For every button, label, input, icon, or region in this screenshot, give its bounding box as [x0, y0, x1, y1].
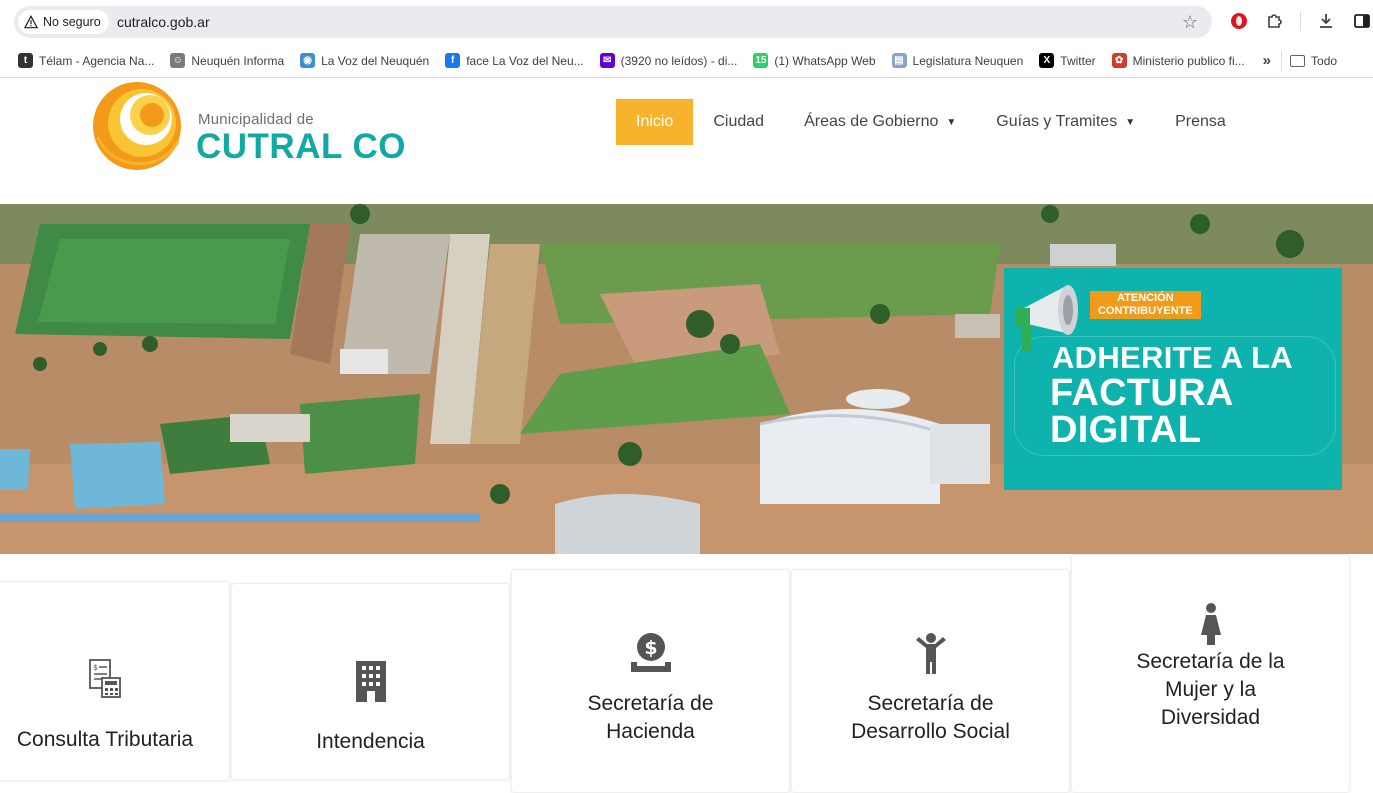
- security-label: No seguro: [43, 15, 101, 29]
- nav-item-label: Inicio: [636, 113, 674, 130]
- service-card-title-line: Secretaría de: [587, 692, 714, 715]
- service-card-title: Secretaría de Hacienda: [512, 690, 789, 746]
- bookmark-item[interactable]: ◉ La Voz del Neuquén: [292, 48, 437, 74]
- service-card-title: Secretaría de Desarrollo Social: [792, 690, 1069, 746]
- bookmark-folder-todo[interactable]: Todo: [1282, 48, 1345, 74]
- facebook-icon: f: [445, 53, 461, 68]
- service-card-title-line: Consulta Tributaria: [16, 728, 194, 751]
- extensions-icon[interactable]: [1264, 10, 1286, 32]
- ministerio-icon: ✿: [1111, 53, 1127, 68]
- banner-line3: DIGITAL: [1050, 409, 1202, 451]
- bookmark-label: Ministerio publico fi...: [1132, 53, 1245, 68]
- building-icon: [354, 660, 388, 707]
- download-icon[interactable]: [1315, 10, 1337, 32]
- banner-line1: ADHERITE A LA: [1052, 340, 1293, 375]
- nav-item-label: Prensa: [1175, 113, 1226, 130]
- service-card[interactable]: Secretaría de la Mujer y la Diversidad: [1071, 554, 1350, 793]
- service-card[interactable]: Secretaría de Desarrollo Social: [791, 569, 1070, 793]
- factura-digital-banner[interactable]: ATENCIÓN CONTRIBUYENTE ADHERITE A LA FAC…: [1004, 268, 1342, 490]
- document-icon: ▤: [891, 53, 907, 68]
- url-text[interactable]: cutralco.gob.ar: [117, 14, 210, 30]
- star-icon[interactable]: ☆: [1182, 12, 1198, 32]
- bookmarks-more-button[interactable]: »: [1253, 52, 1281, 69]
- nav-item-3[interactable]: Guías y Tramites ▼: [976, 99, 1155, 145]
- service-card-title: Consulta Tributaria: [0, 726, 229, 754]
- bookmark-label: Neuquén Informa: [191, 53, 285, 68]
- site-header: Municipalidad de CUTRAL CO Inicio Ciudad Á…: [0, 79, 1373, 204]
- banner-tag-line1: ATENCIÓN: [1117, 292, 1174, 304]
- service-card-title-line: Mujer y la: [1164, 678, 1257, 701]
- bookmark-item[interactable]: ✿ Ministerio publico fi...: [1104, 48, 1253, 74]
- chevron-down-icon: ▼: [1125, 116, 1136, 128]
- bookmark-item[interactable]: t Télam - Agencia Na...: [10, 48, 162, 74]
- address-bar[interactable]: No seguro cutralco.gob.ar ☆: [14, 6, 1212, 38]
- warning-icon: [24, 15, 38, 29]
- service-card[interactable]: $ Secretaría de Hacienda: [511, 569, 790, 793]
- invoice-calculator-icon: $: [88, 658, 122, 703]
- woman-icon: [1200, 603, 1222, 650]
- service-card-title-line: Secretaría de la: [1136, 650, 1285, 673]
- bookmark-label: face La Voz del Neu...: [466, 53, 584, 68]
- hero-slider[interactable]: ATENCIÓN CONTRIBUYENTE ADHERITE A LA FAC…: [0, 204, 1373, 554]
- service-cards: $ Consulta Tributaria Intendencia $ Secretar…: [0, 554, 1373, 793]
- bookmarks-bar: t Télam - Agencia Na... ☺ Neuquén Informa ◉ L…: [0, 44, 1373, 78]
- whatsapp-icon: 15: [753, 53, 769, 68]
- toolbar-separator: [1300, 11, 1301, 31]
- opera-icon[interactable]: [1228, 10, 1250, 32]
- x-icon: X: [1039, 53, 1055, 68]
- bookmark-label: (1) WhatsApp Web: [774, 53, 876, 68]
- security-chip[interactable]: No seguro: [18, 10, 109, 34]
- service-card-title-line: Secretaría de: [867, 692, 994, 715]
- folder-icon: [1290, 54, 1306, 67]
- bookmark-item[interactable]: ✉ (3920 no leídos) - di...: [592, 48, 746, 74]
- service-card[interactable]: $ Consulta Tributaria: [0, 581, 230, 781]
- logo-title: CUTRAL CO: [196, 127, 406, 166]
- money-bag-icon: $: [630, 632, 672, 677]
- service-card-title: Intendencia: [232, 728, 509, 756]
- nav-item-1[interactable]: Ciudad: [693, 99, 784, 145]
- banner-tag: ATENCIÓN CONTRIBUYENTE: [1090, 291, 1201, 319]
- chevron-down-icon: ▼: [946, 116, 957, 128]
- neuquen-icon: ☺: [170, 53, 186, 68]
- service-card-title-line: Desarrollo Social: [851, 720, 1010, 743]
- bookmark-label: Twitter: [1060, 53, 1096, 68]
- bookmark-item[interactable]: X Twitter: [1031, 48, 1103, 74]
- child-icon: [914, 632, 948, 679]
- nav-item-2[interactable]: Áreas de Gobierno ▼: [784, 99, 976, 145]
- nav-item-0[interactable]: Inicio: [616, 99, 694, 145]
- banner-tag-line2: CONTRIBUYENTE: [1098, 305, 1193, 317]
- service-card-title: Secretaría de la Mujer y la Diversidad: [1072, 648, 1349, 732]
- logo-mark-icon: [93, 82, 181, 170]
- globe-icon: ◉: [300, 53, 316, 68]
- nav-item-label: Ciudad: [713, 113, 765, 130]
- nav-item-label: Áreas de Gobierno: [804, 113, 939, 130]
- svg-text:$: $: [644, 637, 657, 659]
- service-card[interactable]: Intendencia: [231, 583, 510, 780]
- site-logo[interactable]: Municipalidad de CUTRAL CO: [92, 81, 412, 171]
- nav-item-label: Guías y Tramites: [996, 113, 1118, 130]
- bookmark-label: Télam - Agencia Na...: [39, 53, 155, 68]
- main-nav: Inicio Ciudad Áreas de Gobierno ▼ Guías y Tr…: [616, 99, 1246, 145]
- mail-icon: ✉: [599, 53, 615, 68]
- browser-toolbar: No seguro cutralco.gob.ar ☆: [0, 0, 1373, 44]
- bookmark-item[interactable]: 15 (1) WhatsApp Web: [745, 48, 883, 74]
- bookmark-label: Legislatura Neuquen: [912, 53, 1024, 68]
- logo-subtitle: Municipalidad de: [198, 111, 314, 128]
- svg-text:$: $: [93, 663, 98, 672]
- nav-item-4[interactable]: Prensa: [1155, 99, 1246, 145]
- service-card-title-line: Hacienda: [606, 720, 695, 743]
- bookmark-item[interactable]: ☺ Neuquén Informa: [162, 48, 292, 74]
- service-card-title-line: Diversidad: [1160, 706, 1261, 729]
- bookmark-item[interactable]: ▤ Legislatura Neuquen: [884, 48, 1032, 74]
- service-card-title-line: Intendencia: [316, 730, 425, 753]
- bookmark-label: (3920 no leídos) - di...: [620, 53, 738, 68]
- bookmark-item[interactable]: f face La Voz del Neu...: [437, 48, 591, 74]
- bookmark-folder-label: Todo: [1311, 53, 1338, 68]
- bookmark-label: La Voz del Neuquén: [321, 53, 430, 68]
- telam-icon: t: [18, 53, 33, 68]
- side-panel-icon[interactable]: [1351, 10, 1373, 32]
